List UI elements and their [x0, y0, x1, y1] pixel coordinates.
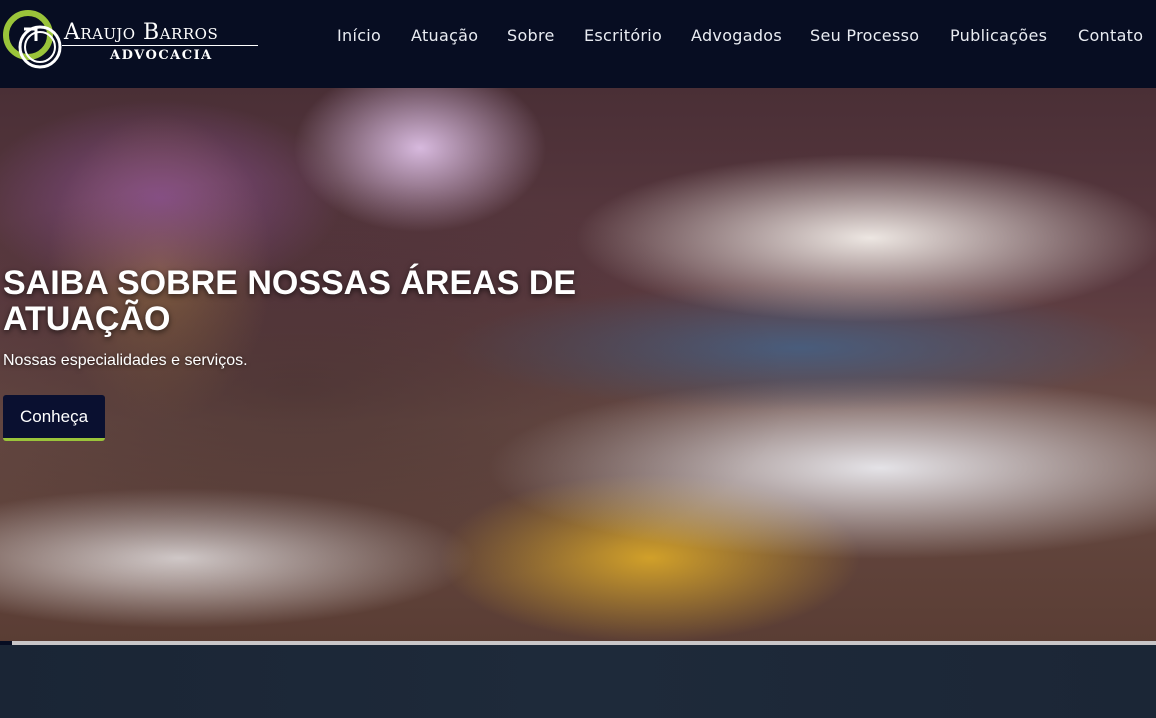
nav-item-atuacao[interactable]: Atuação	[411, 26, 478, 46]
logo-divider	[62, 45, 258, 46]
nav-item-sobre[interactable]: Sobre	[507, 26, 555, 46]
nav-item-publicacoes[interactable]: Publicações	[950, 26, 1047, 46]
logo-mark-icon	[3, 10, 62, 69]
logo-name: Araujo Barros	[64, 20, 219, 45]
nav-item-contato[interactable]: Contato	[1078, 26, 1143, 46]
hero-title: SAIBA SOBRE NOSSAS ÁREAS DE ATUAÇÃO	[3, 264, 577, 338]
nav-item-seu-processo[interactable]: Seu Processo	[810, 26, 919, 46]
site-header: Araujo Barros ADVOCACIA Início Atuação S…	[0, 0, 1156, 88]
hero-slider: SAIBA SOBRE NOSSAS ÁREAS DE ATUAÇÃO Noss…	[0, 88, 1156, 644]
logo-subtitle: ADVOCACIA	[110, 48, 213, 63]
next-section	[0, 645, 1156, 718]
nav-item-advogados[interactable]: Advogados	[691, 26, 782, 46]
conheca-button[interactable]: Conheça	[3, 395, 105, 441]
logo-link[interactable]: Araujo Barros ADVOCACIA	[2, 6, 264, 70]
nav-item-escritorio[interactable]: Escritório	[584, 26, 662, 46]
hero-subtitle: Nossas especialidades e serviços.	[3, 352, 248, 369]
nav-item-inicio[interactable]: Início	[337, 26, 381, 46]
